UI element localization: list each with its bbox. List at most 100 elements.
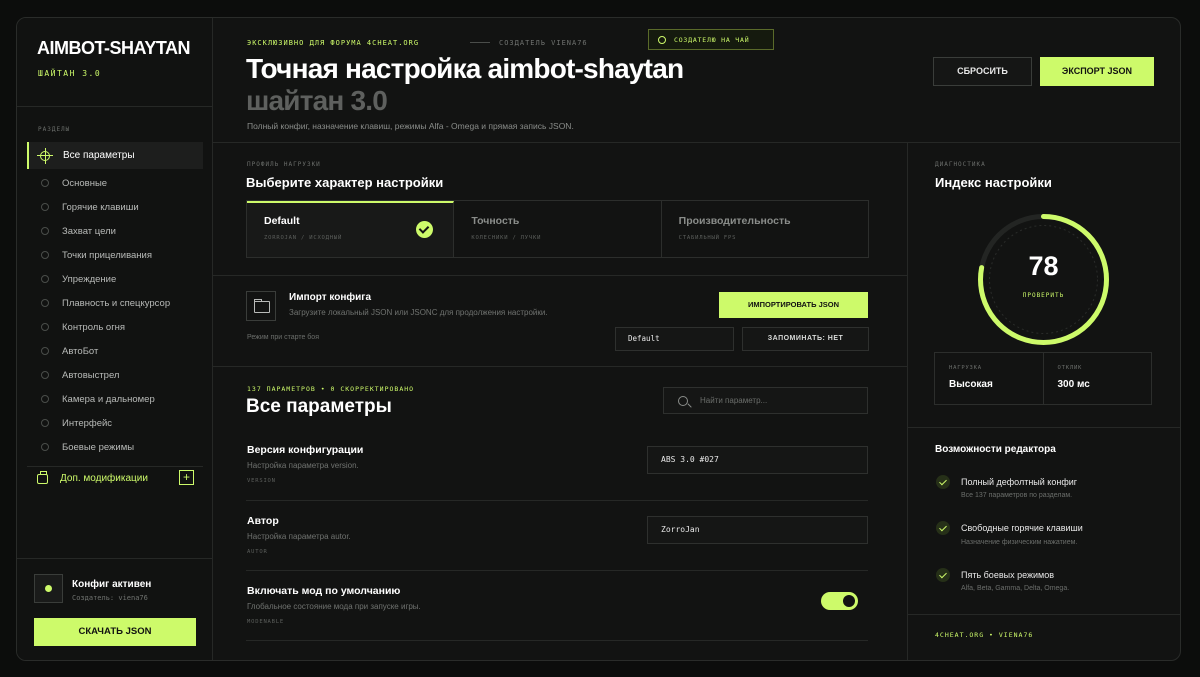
check-icon (936, 521, 950, 535)
row-divider (246, 500, 868, 501)
author-input[interactable]: ZorroJan (647, 516, 868, 544)
section-divider (907, 614, 1180, 615)
circle-icon (41, 395, 49, 403)
feature-description: Alfa, Beta, Gamma, Delta, Omega. (961, 585, 1070, 592)
export-json-button[interactable]: ЭКСПОРТ JSON (1040, 57, 1154, 86)
score-value: 78 (1028, 251, 1059, 281)
sidebar-item-lead[interactable]: Упреждение (27, 267, 203, 291)
circle-icon (41, 179, 49, 187)
feature-title: Полный дефолтный конфиг (961, 477, 1078, 487)
sidebar-item-hotkeys[interactable]: Горячие клавиши (27, 195, 203, 219)
feature-title: Свободные горячие клавиши (961, 523, 1083, 533)
import-description: Загрузите локальный JSON или JSONC для п… (289, 308, 548, 317)
app-window: AIMBOT-SHAYTAN ШАЙТАН 3.0 РАЗДЕЛЫ Все па… (16, 17, 1181, 661)
folder-icon (246, 291, 276, 321)
sidebar-item-autobot[interactable]: АвтоБот (27, 339, 203, 363)
row-divider (246, 570, 868, 571)
import-title: Импорт конфига (289, 292, 372, 303)
status-dot-icon (45, 585, 52, 592)
params-title: Все параметры (246, 396, 392, 417)
sidebar-item-combat-modes[interactable]: Боевые режимы (27, 435, 203, 459)
circle-icon (41, 443, 49, 451)
sidebar-item-label: АвтоБот (62, 345, 99, 357)
sidebar-item-label: Все параметры (63, 150, 135, 161)
stat-value: Высокая (949, 379, 993, 390)
start-mode-label: Режим при старте боя (247, 334, 319, 341)
sidebar-item-extra-mods[interactable]: Доп. модификации + (37, 470, 197, 485)
sidebar-item-all-params[interactable]: Все параметры (27, 142, 203, 169)
param-title: Версия конфигурации (247, 444, 364, 456)
search-icon (678, 395, 688, 406)
sidebar-nav: Все параметры Основные Горячие клавиши З… (27, 142, 203, 459)
row-divider (246, 640, 868, 641)
stat-label: ОТКЛИК (1057, 365, 1083, 371)
sidebar-item-label: Захват цели (62, 225, 116, 237)
brand-version: ШАЙТАН 3.0 (38, 69, 102, 78)
circle-icon (41, 275, 49, 283)
sidebar-item-camera[interactable]: Камера и дальномер (27, 387, 203, 411)
feature-title: Пять боевых режимов (961, 570, 1055, 580)
header-divider (470, 42, 490, 43)
features-title: Возможности редактора (935, 444, 1056, 455)
circle-icon (41, 251, 49, 259)
sidebar: AIMBOT-SHAYTAN ШАЙТАН 3.0 РАЗДЕЛЫ Все па… (17, 18, 213, 660)
config-status: Конфиг активен Создатель: viena76 (34, 574, 199, 604)
stat-load: НАГРУЗКА Высокая (935, 353, 1044, 404)
sidebar-item-smoothness[interactable]: Плавность и спецкурсор (27, 291, 203, 315)
stat-latency: ОТКЛИК 300 мс (1044, 353, 1152, 404)
start-mode-select[interactable]: Default (615, 327, 734, 351)
reset-button[interactable]: СБРОСИТЬ (933, 57, 1032, 86)
sidebar-item-label: Интерфейс (62, 417, 113, 429)
sidebar-item-label: Горячие клавиши (62, 201, 139, 213)
brand-title: AIMBOT-SHAYTAN (37, 38, 191, 58)
search-input[interactable] (700, 396, 850, 405)
param-title: Включать мод по умолчанию (247, 585, 401, 597)
download-json-button[interactable]: СКАЧАТЬ JSON (34, 618, 196, 646)
sidebar-item-target-lock[interactable]: Захват цели (27, 219, 203, 243)
profile-option-sub: СТАБИЛЬНЫЙ FPS (678, 235, 737, 241)
remember-toggle-button[interactable]: ЗАПОМИНАТЬ: НЕТ (742, 327, 869, 351)
sidebar-item-label: Боевые режимы (62, 441, 135, 453)
panel-divider (907, 142, 908, 660)
check-icon (936, 475, 950, 489)
check-icon (936, 568, 950, 582)
profile-option-default[interactable]: Default ZORROJAN / ИСХОДНЫЙ (247, 201, 455, 257)
sidebar-item-basic[interactable]: Основные (27, 171, 203, 195)
sidebar-item-label: Контроль огня (62, 321, 126, 333)
import-json-button[interactable]: ИМПОРТИРОВАТЬ JSON (719, 292, 868, 318)
profile-option-sub: КОЛЕСНИКИ / ЛУЧКИ (471, 235, 542, 241)
section-divider (907, 427, 1180, 428)
sidebar-divider (17, 106, 213, 107)
profile-selector: Default ZORROJAN / ИСХОДНЫЙ Точность КОЛ… (246, 200, 869, 258)
diagnostics-title: Индекс настройки (935, 175, 1052, 190)
section-divider (213, 366, 907, 367)
sidebar-item-autofire[interactable]: Автовыстрел (27, 363, 203, 387)
sidebar-item-label: Автовыстрел (62, 369, 120, 381)
sidebar-item-interface[interactable]: Интерфейс (27, 411, 203, 435)
param-description: Глобальное состояние мода при запуске иг… (247, 602, 421, 611)
tip-creator-button[interactable]: СОЗДАТЕЛЮ НА ЧАЙ (648, 29, 774, 50)
page-subtitle: шайтан 3.0 (246, 85, 388, 116)
sidebar-item-label: Основные (62, 177, 108, 189)
plus-icon[interactable]: + (179, 470, 194, 485)
circle-icon (41, 371, 49, 379)
sidebar-section-label: РАЗДЕЛЫ (38, 126, 71, 133)
profile-option-performance[interactable]: Производительность СТАБИЛЬНЫЙ FPS (662, 201, 868, 257)
search-field[interactable] (663, 387, 868, 414)
status-indicator (34, 574, 63, 603)
config-status-title: Конфиг активен (72, 579, 152, 590)
config-status-creator: Создатель: viena76 (72, 594, 148, 602)
circle-icon (41, 299, 49, 307)
sidebar-item-label: Плавность и спецкурсор (62, 297, 171, 309)
sidebar-item-fire-control[interactable]: Контроль огня (27, 315, 203, 339)
page-description: Полный конфиг, назначение клавиш, режимы… (247, 121, 574, 131)
version-input[interactable]: ABS 3.0 #027 (647, 446, 868, 474)
circle-icon (658, 35, 666, 44)
sidebar-item-aim-points[interactable]: Точки прицеливания (27, 243, 203, 267)
tip-creator-label: СОЗДАТЕЛЮ НА ЧАЙ (674, 35, 750, 44)
profile-option-accuracy[interactable]: Точность КОЛЕСНИКИ / ЛУЧКИ (454, 201, 662, 257)
mod-enable-toggle[interactable] (821, 592, 858, 610)
verify-button[interactable]: ПРОВЕРИТЬ (975, 292, 1112, 299)
page-title: Точная настройка aimbot-shaytan (246, 53, 684, 84)
profile-title: Выберите характер настройки (246, 175, 444, 190)
